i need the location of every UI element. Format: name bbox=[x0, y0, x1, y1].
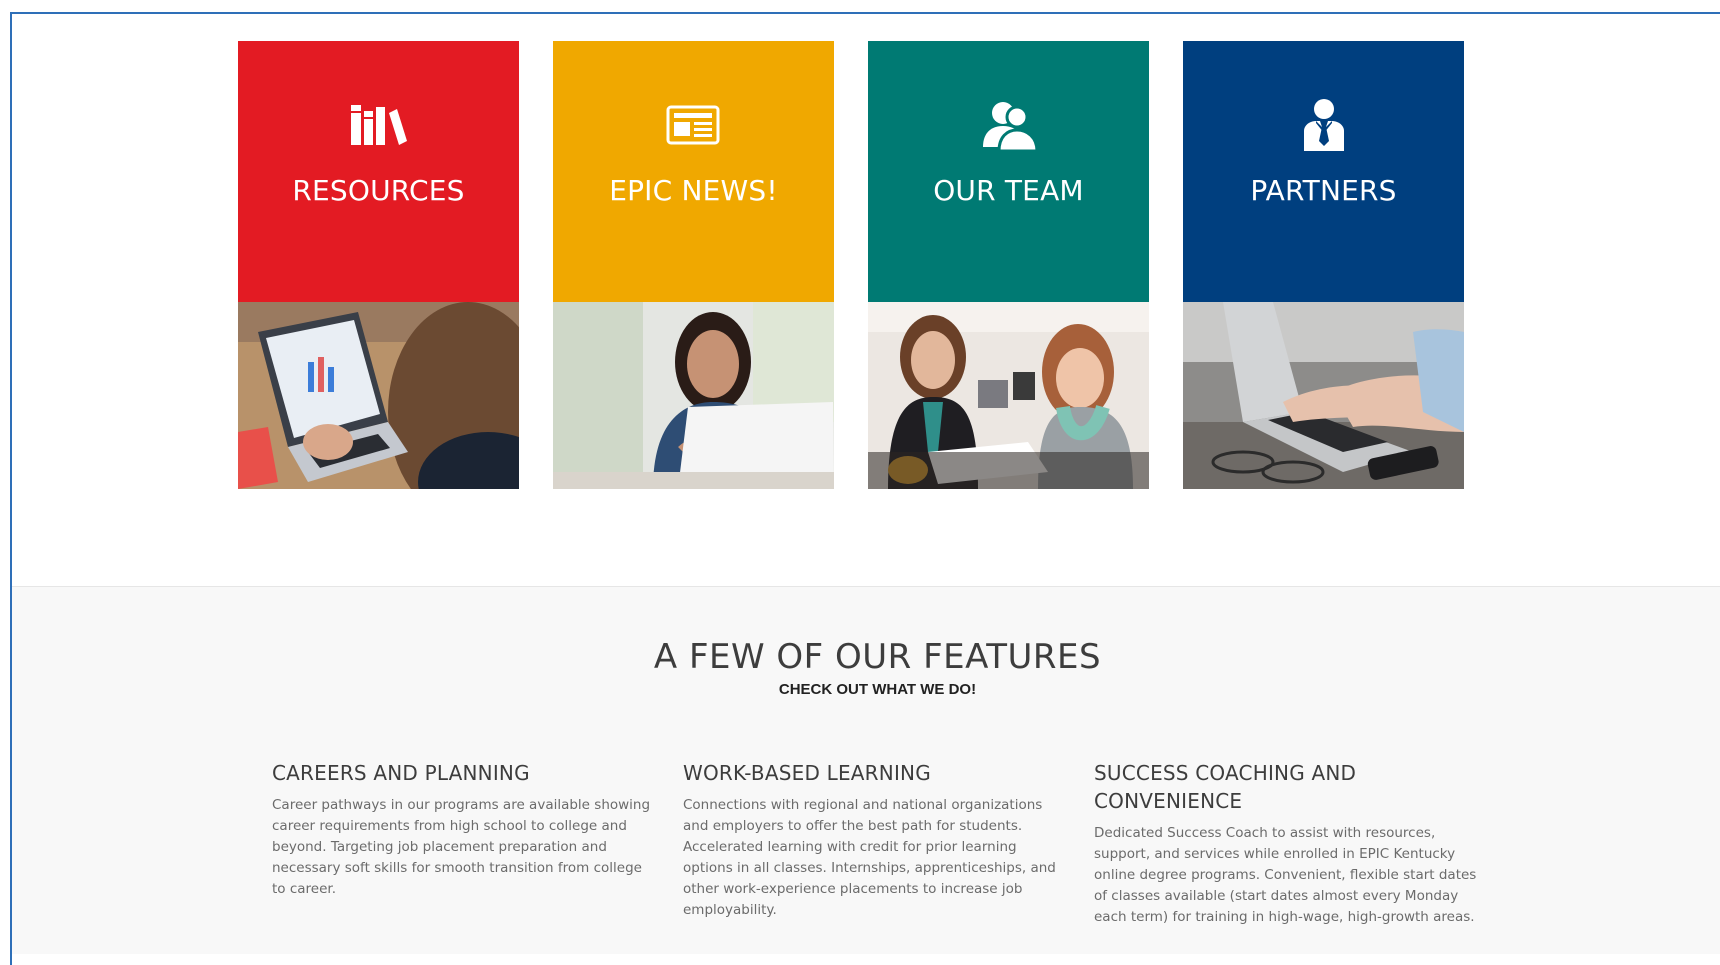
tile-partners-header: PARTNERS bbox=[1183, 41, 1464, 302]
tile-partners[interactable]: PARTNERS bbox=[1183, 41, 1464, 489]
feature-heading: SUCCESS COACHING AND CONVENIENCE bbox=[1094, 761, 1357, 813]
laptop-chart-photo bbox=[238, 302, 519, 489]
books-icon bbox=[349, 101, 409, 149]
tile-our-team-header: OUR TEAM bbox=[868, 41, 1149, 302]
team-office-photo bbox=[868, 302, 1149, 489]
features-section: A FEW OF OUR FEATURES CHECK OUT WHAT WE … bbox=[12, 586, 1720, 954]
feature-careers-and-planning: CAREERS AND PLANNING Career pathways in … bbox=[272, 759, 652, 900]
team-icon bbox=[979, 101, 1039, 151]
woman-laptop-photo bbox=[553, 302, 834, 489]
tile-epic-news-header: EPIC NEWS! bbox=[553, 41, 834, 302]
tile-epic-news[interactable]: EPIC NEWS! bbox=[553, 41, 834, 489]
feature-work-based-learning: WORK-BASED LEARNING Connections with reg… bbox=[683, 759, 1063, 921]
feature-success-coaching: SUCCESS COACHING AND CONVENIENCE Dedicat… bbox=[1094, 759, 1479, 928]
feature-text: Dedicated Success Coach to assist with r… bbox=[1094, 825, 1477, 925]
tile-resources[interactable]: RESOURCES bbox=[238, 41, 519, 489]
feature-text: Career pathways in our programs are avai… bbox=[272, 797, 651, 897]
businessman-icon bbox=[1302, 99, 1346, 151]
tile-our-team[interactable]: OUR TEAM bbox=[868, 41, 1149, 489]
feature-heading: CAREERS AND PLANNING bbox=[272, 761, 530, 785]
feature-text: Connections with regional and national o… bbox=[683, 797, 1056, 918]
tile-resources-header: RESOURCES bbox=[238, 41, 519, 302]
features-title: A FEW OF OUR FEATURES bbox=[653, 637, 1102, 677]
typing-hands-photo bbox=[1183, 302, 1464, 489]
feature-heading: WORK-BASED LEARNING bbox=[683, 761, 931, 785]
tile-epic-news-label: EPIC NEWS! bbox=[609, 174, 778, 207]
newspaper-icon bbox=[666, 101, 722, 149]
tile-our-team-label: OUR TEAM bbox=[933, 174, 1084, 207]
tile-partners-label: PARTNERS bbox=[1250, 174, 1397, 207]
features-subtitle: CHECK OUT WHAT WE DO! bbox=[778, 681, 977, 698]
tile-resources-label: RESOURCES bbox=[292, 174, 465, 207]
nav-tiles: RESOURCES EPIC NEWS! OUR TEAM PARTNERS bbox=[238, 41, 1464, 489]
